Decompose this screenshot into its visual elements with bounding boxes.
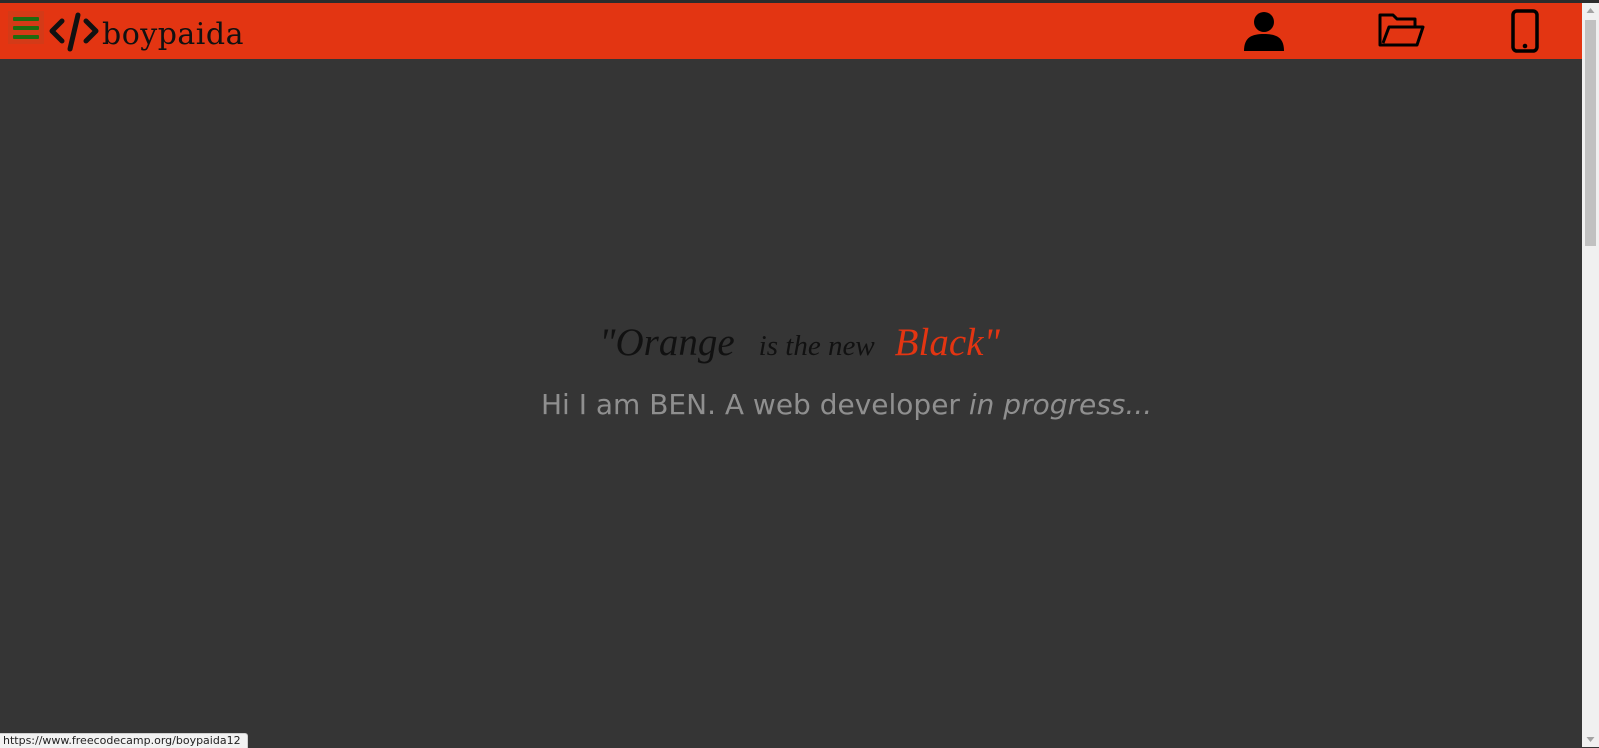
quote-black: Black xyxy=(894,321,984,364)
brand-name: boypaida xyxy=(102,16,244,52)
portfolio-nav-button[interactable] xyxy=(1377,9,1425,53)
hamburger-icon xyxy=(13,25,39,30)
folder-open-icon xyxy=(1378,13,1425,47)
vertical-scrollbar[interactable] xyxy=(1582,3,1599,747)
about-nav-button[interactable] xyxy=(1242,9,1286,53)
hamburger-icon xyxy=(13,34,39,39)
hamburger-icon xyxy=(13,16,39,21)
link-status-bar: https://www.freecodecamp.org/boypaida12 xyxy=(0,733,248,748)
scrollbar-thumb[interactable] xyxy=(1585,20,1596,246)
user-icon xyxy=(1244,12,1284,51)
contact-nav-button[interactable] xyxy=(1510,9,1540,53)
mobile-phone-icon xyxy=(1511,9,1539,53)
scroll-down-arrow-icon[interactable] xyxy=(1582,731,1599,747)
quote-orange: "Orange xyxy=(599,321,735,364)
code-brackets-icon xyxy=(49,12,99,52)
hamburger-menu-button[interactable] xyxy=(8,11,44,44)
intro-italic-text: in progress... xyxy=(968,388,1153,421)
top-navbar: boypaida xyxy=(0,3,1582,59)
brand-logo-link[interactable]: boypaida xyxy=(48,9,244,53)
intro-text: Hi I am BEN. A web developer xyxy=(541,388,969,421)
hero-intro: Hi I am BEN. A web developer in progress… xyxy=(541,388,1152,421)
quote-middle: is the new xyxy=(758,330,875,362)
scroll-up-arrow-icon[interactable] xyxy=(1582,3,1599,19)
hero-quote: "Orange is the new Black" xyxy=(0,320,1599,365)
quote-close-mark: " xyxy=(983,321,1000,364)
